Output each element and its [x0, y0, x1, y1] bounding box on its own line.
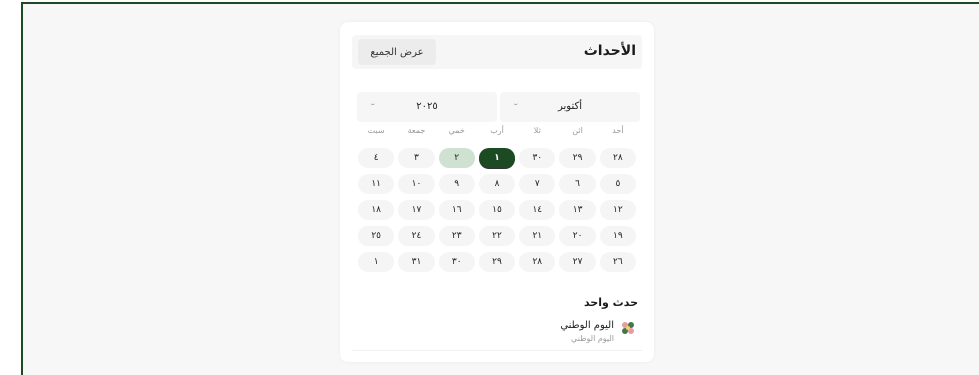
calendar-day[interactable]: ٢٨ — [599, 148, 636, 168]
weekday-label: خمي — [448, 126, 465, 135]
calendar-day[interactable]: ١٩ — [599, 226, 636, 246]
weekday-label: أرب — [490, 126, 504, 135]
calendar-day[interactable]: ٦ — [559, 174, 596, 194]
event-subtitle: اليوم الوطني — [571, 334, 614, 343]
calendar-day[interactable]: ٣ — [398, 148, 435, 168]
calendar-day[interactable]: ١٣ — [559, 200, 596, 220]
calendar-day[interactable]: ١٧ — [398, 200, 435, 220]
view-all-button[interactable]: عرض الجميع — [358, 39, 436, 65]
calendar-day[interactable]: ١ — [358, 252, 395, 272]
calendar-day[interactable]: ٢٨ — [519, 252, 556, 272]
weekday-label: سبت — [367, 126, 385, 135]
calendar-day[interactable]: ٢٧ — [559, 252, 596, 272]
calendar-day[interactable]: ٢٥ — [358, 226, 395, 246]
event-list-item[interactable]: اليوم الوطني اليوم الوطني — [356, 318, 638, 348]
flower-icon — [622, 322, 634, 334]
calendar-day[interactable]: ١٦ — [438, 200, 475, 220]
calendar-day[interactable]: ١ — [478, 148, 516, 168]
divider — [352, 350, 642, 351]
calendar-day[interactable]: ٥ — [599, 174, 636, 194]
weekday-label: جمعة — [407, 126, 426, 135]
calendar-day[interactable]: ٢٩ — [478, 252, 516, 272]
calendar-day[interactable]: ٢١ — [519, 226, 556, 246]
events-count-title: حدث واحد — [583, 296, 638, 309]
calendar-day[interactable]: ٤ — [358, 148, 395, 168]
calendar-day[interactable]: ١٨ — [358, 200, 395, 220]
weekday-label: اثن — [572, 126, 583, 135]
calendar-day[interactable]: ٢٤ — [398, 226, 435, 246]
calendar-day[interactable]: ٩ — [438, 174, 475, 194]
calendar-day[interactable]: ٢ — [438, 148, 475, 168]
weekday-label: أحد — [612, 126, 624, 135]
calendar-day[interactable]: ٨ — [478, 174, 516, 194]
calendar-day[interactable]: ٧ — [519, 174, 556, 194]
calendar-day[interactable]: ١٥ — [478, 200, 516, 220]
month-select[interactable]: أكتوبر ⌄ — [500, 92, 640, 122]
calendar-day[interactable]: ١١ — [358, 174, 395, 194]
calendar-day[interactable]: ٢٩ — [559, 148, 596, 168]
calendar-day[interactable]: ١٠ — [398, 174, 435, 194]
event-name: اليوم الوطني — [560, 320, 614, 331]
year-select-value: ٢٠٢٥ — [416, 101, 438, 112]
chevron-down-icon: ⌄ — [512, 101, 520, 107]
calendar-day[interactable]: ٣٠ — [438, 252, 475, 272]
calendar-day[interactable]: ١٤ — [519, 200, 556, 220]
calendar-day[interactable]: ١٢ — [599, 200, 636, 220]
month-select-value: أكتوبر — [557, 101, 583, 112]
calendar-day[interactable]: ٣١ — [398, 252, 435, 272]
calendar-day[interactable]: ٢٣ — [438, 226, 475, 246]
calendar-day[interactable]: ٣٠ — [519, 148, 556, 168]
weekday-label: ثلا — [533, 126, 541, 135]
chevron-down-icon: ⌄ — [369, 101, 377, 107]
events-header: الأحداث عرض الجميع — [352, 35, 642, 69]
calendar-day[interactable]: ٢٢ — [478, 226, 516, 246]
weekday-header: أحد اثن ثلا أرب خمي جمعة سبت — [356, 126, 638, 140]
calendar-grid: ٢٨ ٢٩ ٣٠ ١ ٢ ٣ ٤ ٥ ٦ ٧ ٨ ٩ ١٠ ١١ ١٢ ١٣ ١٤ ١٥ ١٦ ١٧ ١٨ ١٩ ٢٠ ٢١ ٢… — [356, 148, 638, 272]
events-card: الأحداث عرض الجميع أكتوبر ⌄ ٢٠٢٥ ⌄ أحد اث… — [340, 22, 654, 362]
calendar-day[interactable]: ٢٠ — [559, 226, 596, 246]
events-title: الأحداث — [583, 43, 636, 59]
calendar-day[interactable]: ٢٦ — [599, 252, 636, 272]
year-select[interactable]: ٢٠٢٥ ⌄ — [357, 92, 497, 122]
